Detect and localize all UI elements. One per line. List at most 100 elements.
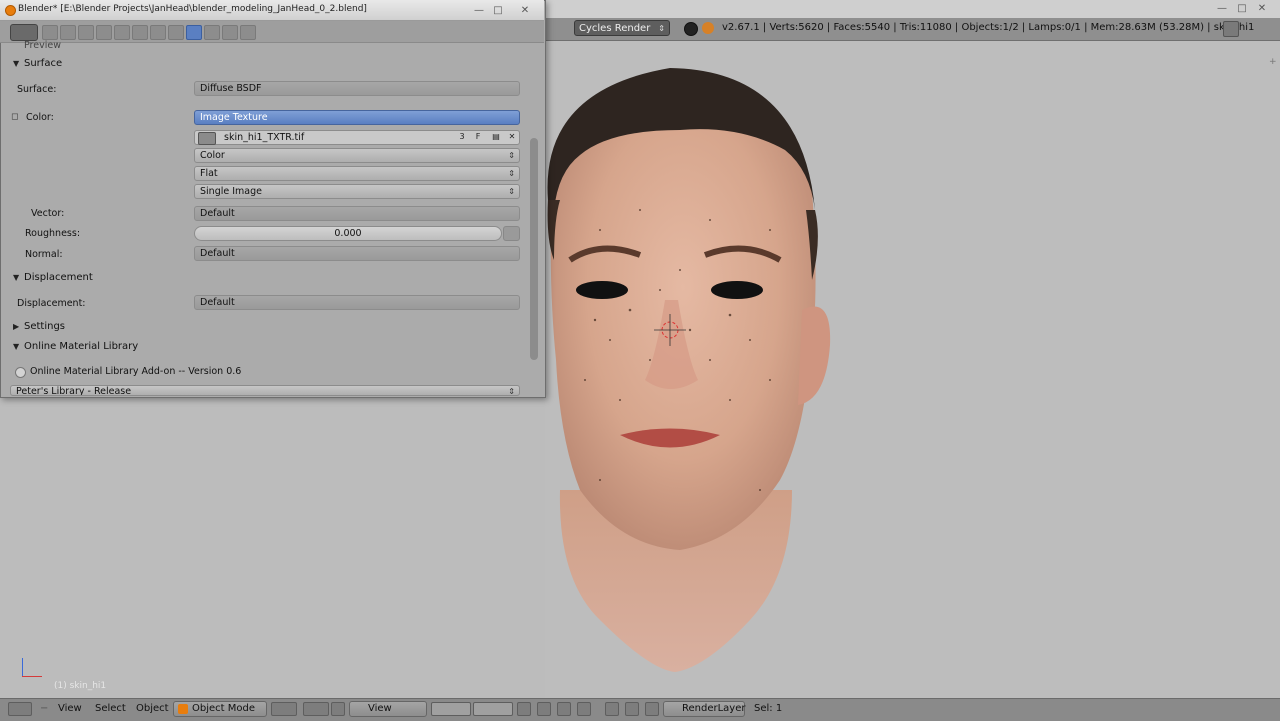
snap-icon[interactable] [557,702,571,716]
data-tab-icon[interactable] [168,25,184,40]
menu-view[interactable]: View [58,703,82,714]
fake-user-button[interactable]: F [471,131,485,143]
displacement-input-dropdown[interactable]: Default [194,295,520,310]
preview-section-header[interactable]: Preview [24,40,61,51]
mode-label: Object Mode [192,703,255,714]
projection-dropdown[interactable]: Flat ⇕ [194,166,520,181]
snap-target-icon[interactable] [577,702,591,716]
triangle-down-icon[interactable]: ▼ [13,342,19,351]
roughness-value: 0.000 [334,228,362,239]
layer-icon[interactable] [473,702,513,716]
color-node-dropdown[interactable]: Image Texture [194,110,520,125]
library-dropdown[interactable]: Peter's Library - Release ⇕ [10,385,520,396]
pivot-icon[interactable] [303,702,329,716]
selection-count: Sel: 1 [754,703,783,714]
head-model[interactable] [540,60,840,680]
source-value: Single Image [200,186,262,197]
modifiers-tab-icon[interactable] [150,25,166,40]
window-minimize-icon[interactable]: — [1215,3,1229,14]
area-split-icon[interactable]: + [1269,58,1277,67]
unlink-icon[interactable]: ✕ [505,131,519,143]
fullscreen-icon[interactable] [1223,21,1239,37]
chevron-updown-icon: ⇕ [508,187,515,196]
blender-logo-icon [5,5,16,16]
chevron-updown-icon: ⇕ [508,169,515,178]
menu-object[interactable]: Object [136,703,169,714]
color-space-dropdown[interactable]: Color ⇕ [194,148,520,163]
roughness-slider[interactable]: 0.000 [194,226,502,241]
surface-shader-dropdown[interactable]: Diffuse BSDF [194,81,520,96]
window-close-icon[interactable]: ✕ [518,5,532,16]
render-animation-icon[interactable] [625,702,639,716]
render-layers-tab-icon[interactable] [60,25,76,40]
constraints-tab-icon[interactable] [132,25,148,40]
world-tab-icon[interactable] [96,25,112,40]
manipulator-icon[interactable] [331,702,345,716]
oml-section-header[interactable]: Online Material Library [24,341,138,352]
particles-tab-icon[interactable] [222,25,238,40]
image-name[interactable]: skin_hi1_TXTR.tif [224,132,304,143]
scene-tab-icon[interactable] [78,25,94,40]
displacement-value: Default [200,297,235,308]
oml-addon-label: Online Material Library Add-on -- Versio… [30,366,242,377]
render-layer-dropdown[interactable]: RenderLayer [663,701,745,717]
normal-input-dropdown[interactable]: Default [194,246,520,261]
displacement-label: Displacement: [17,298,86,309]
settings-section-header[interactable]: Settings [24,321,65,332]
normal-label: Normal: [25,249,63,260]
physics-tab-icon[interactable] [240,25,256,40]
open-file-icon[interactable]: ▤ [489,131,503,143]
triangle-down-icon[interactable]: ▼ [13,59,19,68]
mode-icon [178,704,188,714]
normal-value: Default [200,248,235,259]
browse-image-icon[interactable] [198,132,216,145]
render-layer-icon[interactable] [645,702,659,716]
vector-input-dropdown[interactable]: Default [194,206,520,221]
surface-label: Surface: [17,84,57,95]
proportional-edit-icon[interactable] [537,702,551,716]
color-node-value: Image Texture [200,112,268,123]
render-status-icon [684,22,698,36]
chevron-updown-icon: ⇕ [658,24,665,33]
scene-stats: v2.67.1 | Verts:5620 | Faces:5540 | Tris… [722,22,1255,33]
chevron-updown-icon: ⇕ [508,387,515,396]
window-maximize-icon[interactable]: □ [1235,3,1249,14]
view-dropdown[interactable]: View [349,701,427,717]
triangle-down-icon[interactable]: ▼ [13,273,19,282]
vector-value: Default [200,208,235,219]
image-users-count[interactable]: 3 [455,131,469,143]
render-image-icon[interactable] [605,702,619,716]
layer-icon[interactable] [431,702,471,716]
source-dropdown[interactable]: Single Image ⇕ [194,184,520,199]
axis-z-icon [22,658,23,676]
window-minimize-icon[interactable]: — [472,5,486,16]
scene-icon [702,22,714,34]
properties-window [0,0,546,398]
roughness-label: Roughness: [25,228,81,239]
window-title: Blender* [E:\Blender Projects\JanHead\bl… [18,4,367,14]
texture-tab-icon[interactable] [204,25,220,40]
viewport-shading-icon[interactable] [271,702,297,716]
window-maximize-icon[interactable]: □ [491,5,505,16]
menu-select[interactable]: Select [95,703,126,714]
properties-scrollbar[interactable] [530,138,538,360]
editor-type-icon[interactable] [8,702,32,716]
oml-addon-icon [15,367,26,378]
displacement-section-header[interactable]: Displacement [24,272,93,283]
material-icon[interactable] [186,25,202,40]
window-close-icon[interactable]: ✕ [1255,3,1269,14]
color-link-icon[interactable]: ◻ [11,113,19,122]
object-tab-icon[interactable] [114,25,130,40]
surface-section-header[interactable]: Surface [24,58,62,69]
menu-toggle-icon[interactable]: − [40,703,48,714]
render-tab-icon[interactable] [42,25,58,40]
editor-type-icon[interactable] [10,24,38,41]
render-engine-dropdown[interactable]: Cycles Render ⇕ [574,20,670,36]
axis-x-icon [22,676,42,677]
chevron-updown-icon: ⇕ [508,151,515,160]
view-label: View [368,703,392,714]
lock-camera-icon[interactable] [517,702,531,716]
roughness-link-button[interactable] [503,226,520,241]
color-label: Color: [26,112,54,123]
triangle-right-icon[interactable]: ▶ [13,322,19,331]
